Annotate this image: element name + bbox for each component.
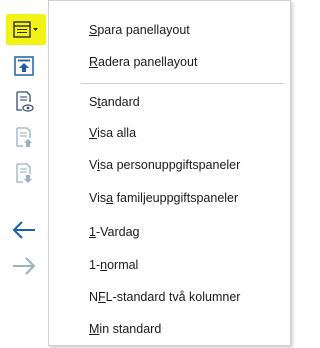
menu-item-min-standard[interactable]: Min standard bbox=[49, 314, 290, 344]
move-to-top-button[interactable] bbox=[10, 52, 38, 80]
menu-item-label: Min standard bbox=[89, 322, 162, 336]
menu-item-standard[interactable]: Standard bbox=[49, 87, 290, 117]
panel-layout-icon bbox=[13, 20, 38, 38]
document-down-icon bbox=[16, 163, 32, 183]
arrow-up-to-line-icon bbox=[14, 56, 34, 76]
menu-item-label: Radera panellayout bbox=[89, 55, 198, 69]
menu-item-visa-alla[interactable]: Visa alla bbox=[49, 118, 290, 148]
menu-item-label: 1-Vardag bbox=[89, 225, 140, 239]
document-down-button[interactable] bbox=[10, 160, 38, 188]
back-button[interactable] bbox=[10, 216, 38, 244]
menu-item-radera-panellayout[interactable]: Radera panellayout bbox=[49, 47, 290, 77]
menu-item-visa-familjeuppgiftspaneler[interactable]: Visa familjeuppgiftspaneler bbox=[49, 183, 290, 213]
menu-item-label: 1-normal bbox=[89, 258, 139, 272]
menu-item-label: Visa alla bbox=[89, 126, 137, 140]
menu-item-nfl-standard-tva-kolumner[interactable]: NFL-standard två kolumner bbox=[49, 282, 290, 312]
menu-item-spara-panellayout[interactable]: Spara panellayout bbox=[49, 15, 290, 45]
menu-item-visa-personuppgiftspaneler[interactable]: Visa personuppgiftspaneler bbox=[49, 150, 290, 180]
document-eye-icon bbox=[16, 91, 34, 112]
menu-item-label: Standard bbox=[89, 95, 140, 109]
forward-button[interactable] bbox=[10, 252, 38, 280]
menu-separator bbox=[81, 83, 284, 84]
menu-item-label: Visa personuppgiftspaneler bbox=[89, 158, 241, 172]
document-up-icon bbox=[16, 127, 32, 147]
menu-item-1-vardag[interactable]: 1-Vardag bbox=[49, 217, 290, 247]
menu-item-label: NFL-standard två kolumner bbox=[89, 290, 241, 304]
preview-document-button[interactable] bbox=[10, 88, 38, 116]
document-up-button[interactable] bbox=[10, 124, 38, 152]
panel-layout-button[interactable] bbox=[6, 14, 46, 45]
arrow-right-icon bbox=[13, 257, 36, 275]
panel-layout-menu: Spara panellayout Radera panellayout Sta… bbox=[48, 0, 291, 346]
arrow-left-icon bbox=[12, 221, 35, 239]
menu-item-1-normal[interactable]: 1-normal bbox=[49, 250, 290, 280]
vertical-toolbar bbox=[0, 0, 48, 348]
menu-item-label: Visa familjeuppgiftspaneler bbox=[89, 191, 239, 205]
menu-item-label: Spara panellayout bbox=[89, 23, 190, 37]
